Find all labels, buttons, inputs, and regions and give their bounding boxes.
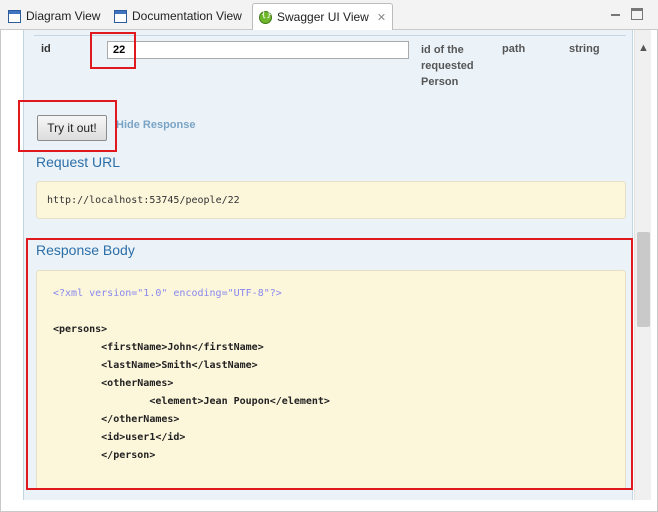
- minimize-button[interactable]: [610, 8, 622, 20]
- parameter-type: path: [502, 43, 526, 55]
- view-icon: [114, 9, 127, 23]
- code-line: <?xml version="1.0" encoding="UTF-8"?>: [53, 288, 282, 299]
- operation-panel: id id of the requested Person path strin…: [23, 30, 633, 500]
- parameter-name: id: [41, 43, 51, 55]
- divider: [34, 35, 626, 36]
- code-line: <firstName>John</firstName>: [53, 342, 264, 353]
- vertical-scrollbar[interactable]: ▲: [634, 30, 651, 500]
- parameter-value-input[interactable]: [107, 41, 409, 59]
- swagger-icon: [259, 10, 272, 24]
- tab-label: Swagger UI View: [277, 10, 369, 24]
- scrollbar-thumb[interactable]: [637, 232, 650, 327]
- try-it-out-button[interactable]: Try it out!: [37, 115, 107, 141]
- code-line: <id>user1</id>: [53, 432, 186, 443]
- editor-tab-bar: Diagram View Documentation View Swagger …: [0, 0, 658, 31]
- tab-documentation-view[interactable]: Documentation View: [108, 3, 248, 29]
- code-line: <element>Jean Poupon</element>: [53, 396, 330, 407]
- hide-response-link[interactable]: Hide Response: [116, 119, 195, 131]
- parameter-data-type: string: [569, 43, 600, 55]
- parameter-description: id of the requested Person: [421, 44, 474, 88]
- view-icon: [8, 9, 21, 23]
- tab-swagger-ui-view[interactable]: Swagger UI View ✕: [252, 3, 394, 31]
- tab-diagram-view[interactable]: Diagram View: [2, 3, 106, 29]
- code-line: </person>: [53, 450, 156, 461]
- response-body-title: Response Body: [36, 242, 135, 258]
- request-url-box: http://localhost:53745/people/22: [36, 181, 626, 219]
- close-icon[interactable]: ✕: [377, 11, 386, 24]
- code-line: <lastName>Smith</lastName>: [53, 360, 258, 371]
- response-body-box: <?xml version="1.0" encoding="UTF-8"?> <…: [36, 270, 626, 490]
- swagger-content: id id of the requested Person path strin…: [0, 30, 658, 512]
- chevron-up-icon[interactable]: ▲: [635, 40, 652, 56]
- tab-label: Diagram View: [26, 9, 101, 23]
- code-line: </otherNames>: [53, 414, 180, 425]
- maximize-button[interactable]: [631, 8, 643, 20]
- tab-label: Documentation View: [132, 9, 242, 23]
- request-url-title: Request URL: [36, 154, 121, 170]
- code-line: <persons>: [53, 324, 108, 335]
- code-line: <otherNames>: [53, 378, 174, 389]
